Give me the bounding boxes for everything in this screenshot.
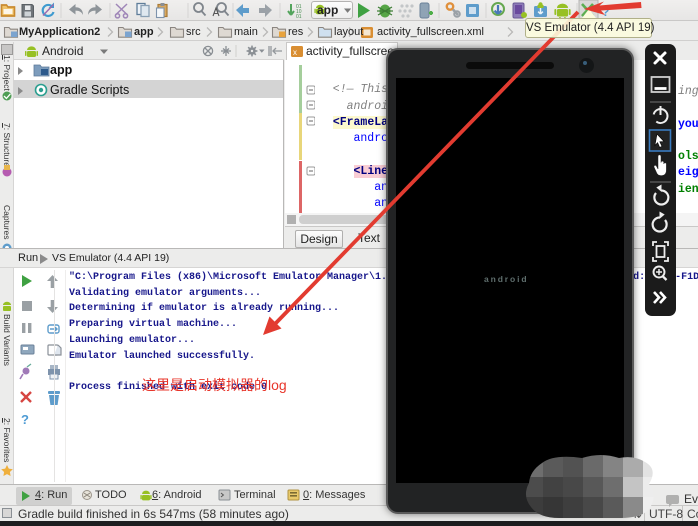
svg-text:x: x [293,48,297,57]
svg-text:?: ? [21,412,29,427]
svg-text:01: 01 [296,14,302,20]
